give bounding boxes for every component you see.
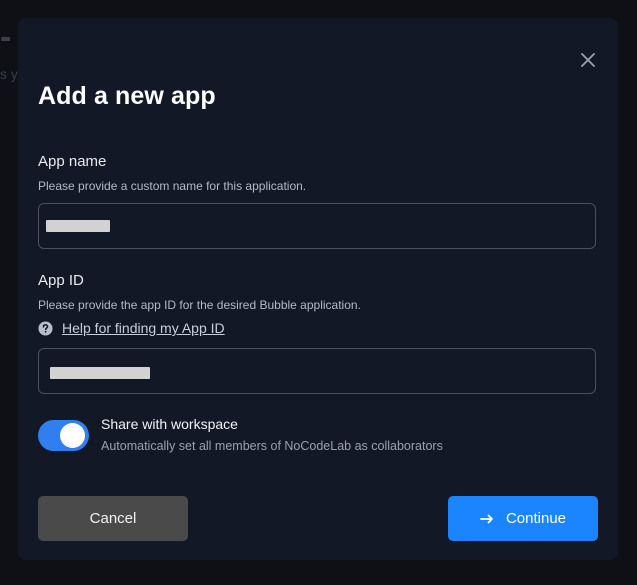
cancel-button[interactable]: Cancel <box>38 496 188 541</box>
app-id-help: Please provide the app ID for the desire… <box>38 298 361 312</box>
share-with-workspace-title: Share with workspace <box>101 416 238 432</box>
app-name-input[interactable] <box>38 203 596 249</box>
app-name-label: App name <box>38 153 107 170</box>
app-id-redacted-value <box>50 367 150 379</box>
toggle-knob <box>60 423 85 448</box>
add-app-modal: Add a new app App name Please provide a … <box>18 18 618 560</box>
app-id-input[interactable] <box>38 348 596 394</box>
modal-title: Add a new app <box>38 82 216 110</box>
cancel-button-label: Cancel <box>89 510 137 527</box>
app-name-help: Please provide a custom name for this ap… <box>38 179 307 193</box>
question-circle-icon <box>38 320 53 336</box>
close-icon <box>581 53 595 67</box>
share-with-workspace-description: Automatically set all members of NoCodeL… <box>101 439 443 453</box>
arrow-right-icon <box>480 514 494 524</box>
app-name-redacted-value <box>46 220 110 232</box>
help-finding-app-id-link[interactable]: Help for finding my App ID <box>62 320 225 336</box>
app-id-help-link-row[interactable]: Help for finding my App ID <box>38 320 225 336</box>
share-with-workspace-toggle[interactable] <box>38 420 89 451</box>
close-button[interactable] <box>576 48 600 72</box>
continue-button-label: Continue <box>505 510 567 527</box>
app-id-label: App ID <box>38 272 84 289</box>
continue-button[interactable]: Continue <box>448 496 598 541</box>
